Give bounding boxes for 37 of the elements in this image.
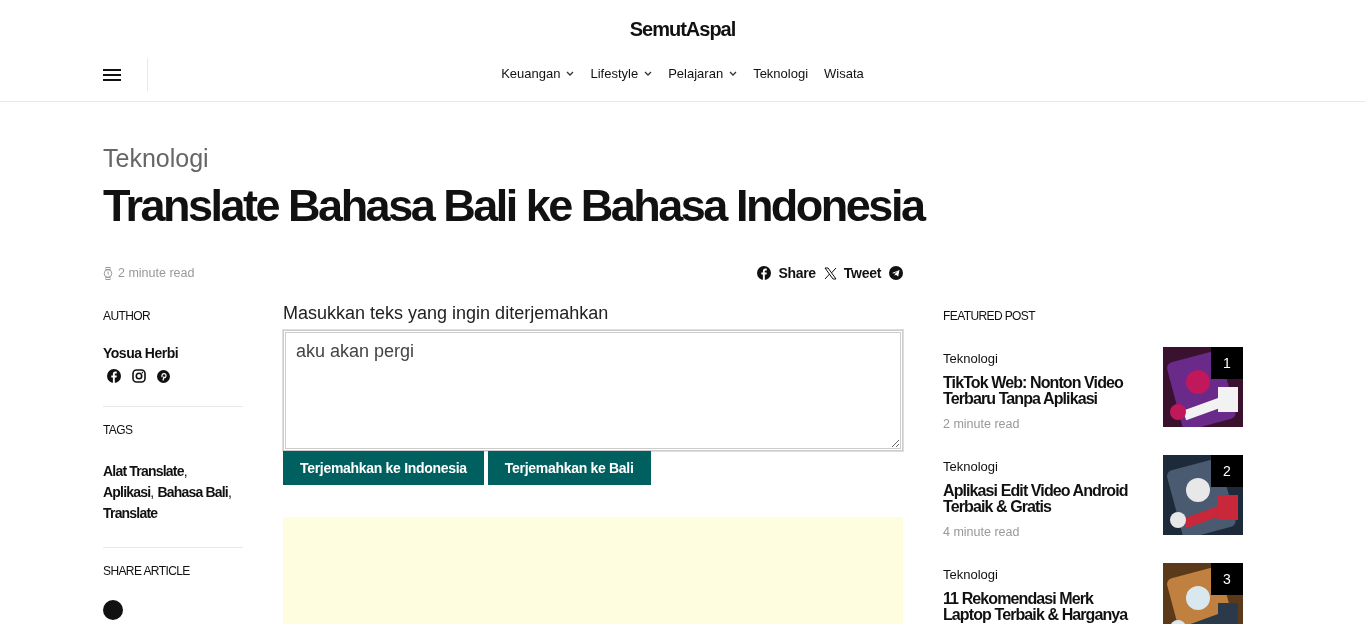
rank-badge: 2 bbox=[1211, 455, 1243, 487]
nav-link[interactable]: Pelajaran bbox=[668, 66, 738, 81]
field-label: Masukkan teks yang ingin diterjemahkan bbox=[283, 303, 610, 324]
section-heading: FEATURED POST bbox=[943, 309, 1037, 323]
section-heading: TAGS bbox=[103, 423, 134, 437]
post-category[interactable]: Teknologi bbox=[943, 567, 1133, 582]
separator: , bbox=[150, 484, 154, 500]
text-input[interactable]: aku akan pergi bbox=[283, 330, 903, 451]
post-title[interactable]: 11 Rekomendasi Merk Laptop Terbaik & Harganya bbox=[943, 591, 1133, 623]
share-link[interactable]: Tweet bbox=[823, 265, 881, 281]
nav-link[interactable]: Wisata bbox=[824, 66, 864, 81]
nav-link[interactable]: Keuangan bbox=[501, 66, 575, 81]
rank-badge: 1 bbox=[1211, 347, 1243, 379]
section-heading: AUTHOR bbox=[103, 309, 152, 323]
read-time: 4 minute read bbox=[943, 525, 1021, 539]
separator: , bbox=[227, 484, 232, 500]
nav-link[interactable]: Lifestyle bbox=[590, 66, 653, 81]
tag-link[interactable]: Translate bbox=[103, 505, 158, 521]
translate-button[interactable]: Terjemahkan ke Indonesia bbox=[283, 451, 484, 485]
post-title[interactable]: TikTok Web: Nonton Video Terbaru Tanpa Aplikasi bbox=[943, 375, 1133, 407]
article-title: Translate Bahasa Bali ke Bahasa Indonesia bbox=[103, 179, 926, 233]
category-link[interactable]: Teknologi bbox=[103, 144, 1263, 173]
post-title[interactable]: Aplikasi Edit Video Android Terbaik & Gratis bbox=[943, 483, 1133, 515]
separator: , bbox=[183, 463, 187, 479]
post-category[interactable]: Teknologi bbox=[943, 459, 1133, 474]
translate-button[interactable]: Terjemahkan ke Bali bbox=[487, 451, 651, 485]
share-link[interactable]: Share bbox=[757, 265, 816, 281]
tag-link[interactable]: Alat Translate bbox=[103, 463, 184, 479]
site-logo[interactable]: SemutAspal bbox=[629, 18, 736, 54]
section-heading: SHARE ARTICLE bbox=[103, 564, 191, 578]
read-time: 2 minute read bbox=[943, 417, 1021, 431]
rank-badge: 3 bbox=[1211, 563, 1243, 595]
nav-link[interactable]: Teknologi bbox=[753, 66, 809, 81]
post-category[interactable]: Teknologi bbox=[943, 351, 1133, 366]
read-time: 2 minute read bbox=[118, 266, 195, 280]
tag-link[interactable]: Bahasa Bali bbox=[157, 484, 228, 500]
author-name[interactable]: Yosua Herbi bbox=[103, 345, 243, 361]
